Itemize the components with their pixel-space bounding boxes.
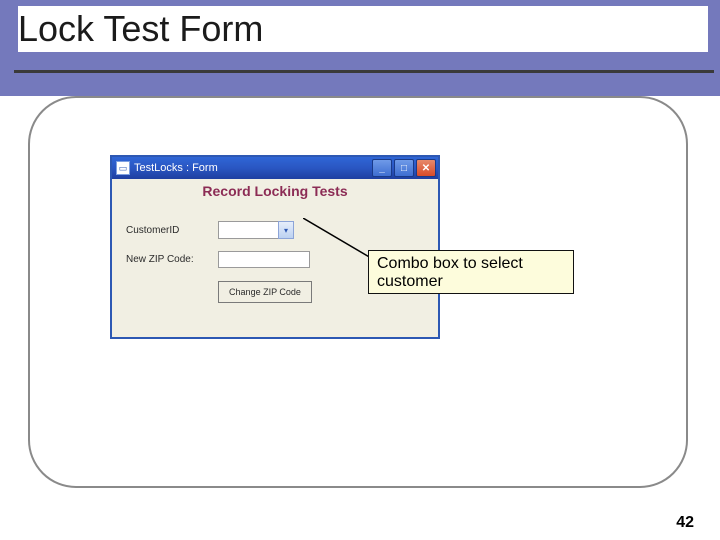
titlebar[interactable]: ▭ TestLocks : Form _ □ ✕	[112, 157, 438, 179]
maximize-button[interactable]: □	[394, 159, 414, 177]
slide-title: Lock Test Form	[18, 6, 708, 52]
close-icon: ✕	[422, 163, 430, 174]
minimize-button[interactable]: _	[372, 159, 392, 177]
label-customer-id: CustomerID	[126, 225, 179, 236]
form-heading: Record Locking Tests	[112, 183, 438, 199]
customer-id-combo[interactable]: ▾	[218, 221, 294, 239]
close-button[interactable]: ✕	[416, 159, 436, 177]
minimize-icon: _	[379, 163, 385, 174]
change-zip-button[interactable]: Change ZIP Code	[218, 281, 312, 303]
window-title: TestLocks : Form	[134, 162, 218, 174]
chevron-down-icon: ▾	[284, 226, 288, 235]
form-icon: ▭	[116, 161, 130, 175]
page-number: 42	[676, 514, 694, 532]
title-underline	[14, 70, 714, 73]
customer-id-combo-input[interactable]	[218, 221, 278, 239]
new-zip-input[interactable]	[218, 251, 310, 268]
annotation-callout: Combo box to select customer	[368, 250, 574, 294]
access-form-window: ▭ TestLocks : Form _ □ ✕ Record Locking …	[110, 155, 440, 339]
customer-id-combo-dropdown-button[interactable]: ▾	[278, 221, 294, 239]
maximize-icon: □	[401, 163, 407, 174]
label-new-zip: New ZIP Code:	[126, 254, 194, 265]
